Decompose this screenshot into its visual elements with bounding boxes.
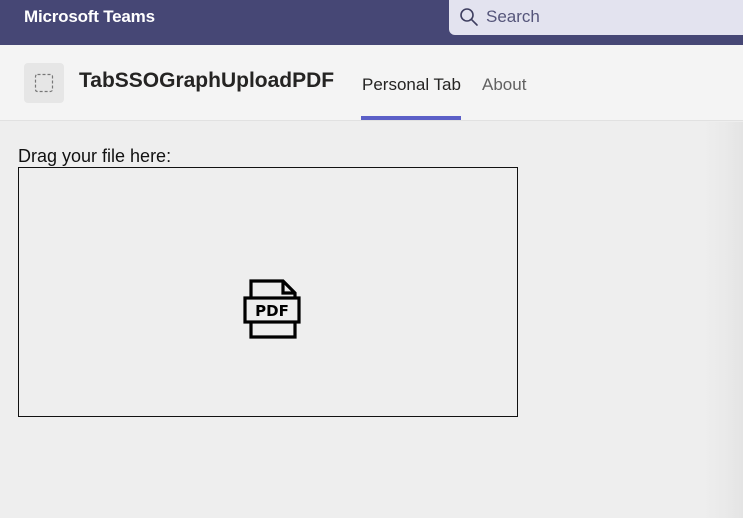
app-icon xyxy=(24,63,64,103)
pdf-file-icon: PDF xyxy=(243,278,301,345)
tab-personal[interactable]: Personal Tab xyxy=(362,75,461,95)
app-title: Microsoft Teams xyxy=(24,7,155,26)
title-bar: Microsoft Teams xyxy=(0,0,743,45)
app-name: TabSSOGraphUploadPDF xyxy=(79,69,335,92)
active-tab-indicator xyxy=(361,116,461,120)
drop-zone-label: Drag your file here: xyxy=(18,146,172,166)
svg-text:PDF: PDF xyxy=(255,302,289,320)
search-input[interactable] xyxy=(486,6,726,28)
file-drop-zone[interactable]: PDF xyxy=(18,167,518,417)
right-edge-shadow xyxy=(703,122,743,518)
search-box[interactable] xyxy=(449,0,743,35)
app-header: TabSSOGraphUploadPDF Personal Tab About xyxy=(0,45,743,121)
tab-about[interactable]: About xyxy=(482,75,526,95)
search-icon xyxy=(459,7,479,27)
